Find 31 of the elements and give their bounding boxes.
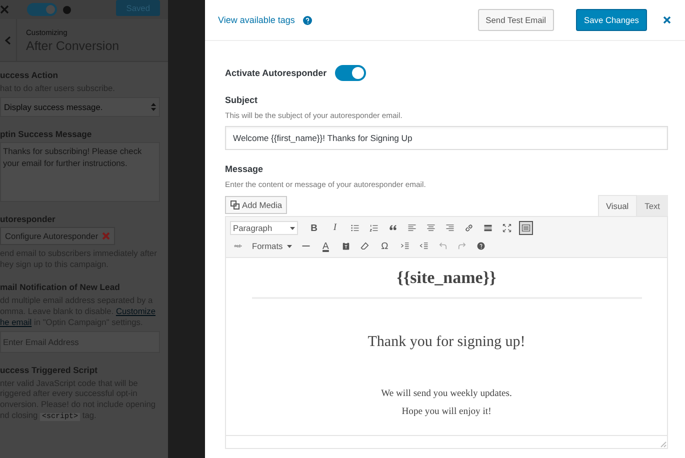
- email-heading: {{site_name}}: [396, 268, 496, 288]
- select-arrows-icon: [151, 102, 156, 111]
- toggle-switch[interactable]: [27, 3, 57, 16]
- save-changes-button[interactable]: Save Changes: [576, 9, 647, 31]
- format-dropdown[interactable]: Paragraph: [230, 221, 298, 235]
- toolbar-toggle-icon[interactable]: [519, 221, 533, 235]
- editor-tab[interactable]: Text: [636, 195, 668, 216]
- toolbar-button[interactable]: Ω: [376, 238, 393, 254]
- toolbar-button[interactable]: I: [327, 220, 343, 236]
- caret-icon: [286, 244, 292, 248]
- email-lead-text: Thank you for signing up!: [368, 334, 526, 351]
- toolbar-button[interactable]: B: [306, 220, 322, 236]
- email-paragraph: Hope you will enjoy it!: [402, 406, 492, 417]
- email-paragraph: We will send you weekly updates.: [381, 388, 512, 399]
- subject-label: Subject: [225, 95, 259, 105]
- toolbar-button[interactable]: A: [318, 238, 334, 254]
- view-tags-link[interactable]: View available tags: [218, 15, 295, 25]
- toggle-switch[interactable]: [334, 65, 366, 81]
- format-dropdown[interactable]: Formats: [249, 239, 295, 253]
- remove-icon: [102, 232, 110, 240]
- send-test-email-button[interactable]: Send Test Email: [478, 9, 554, 31]
- add-media-button[interactable]: Add Media: [225, 196, 288, 214]
- resize-handle-icon[interactable]: [659, 440, 667, 448]
- editor-tab[interactable]: Visual: [598, 195, 637, 216]
- message-label: Message: [225, 164, 264, 174]
- subject-input-field[interactable]: Welcome {{first_name}}! Thanks for Signing Up: [225, 126, 668, 150]
- media-icon: [230, 200, 240, 210]
- caret-icon: [290, 226, 295, 230]
- activate-label: Activate Autoresponder: [225, 68, 327, 78]
- close-icon[interactable]: [663, 16, 671, 24]
- fullscreen-icon[interactable]: [500, 221, 514, 235]
